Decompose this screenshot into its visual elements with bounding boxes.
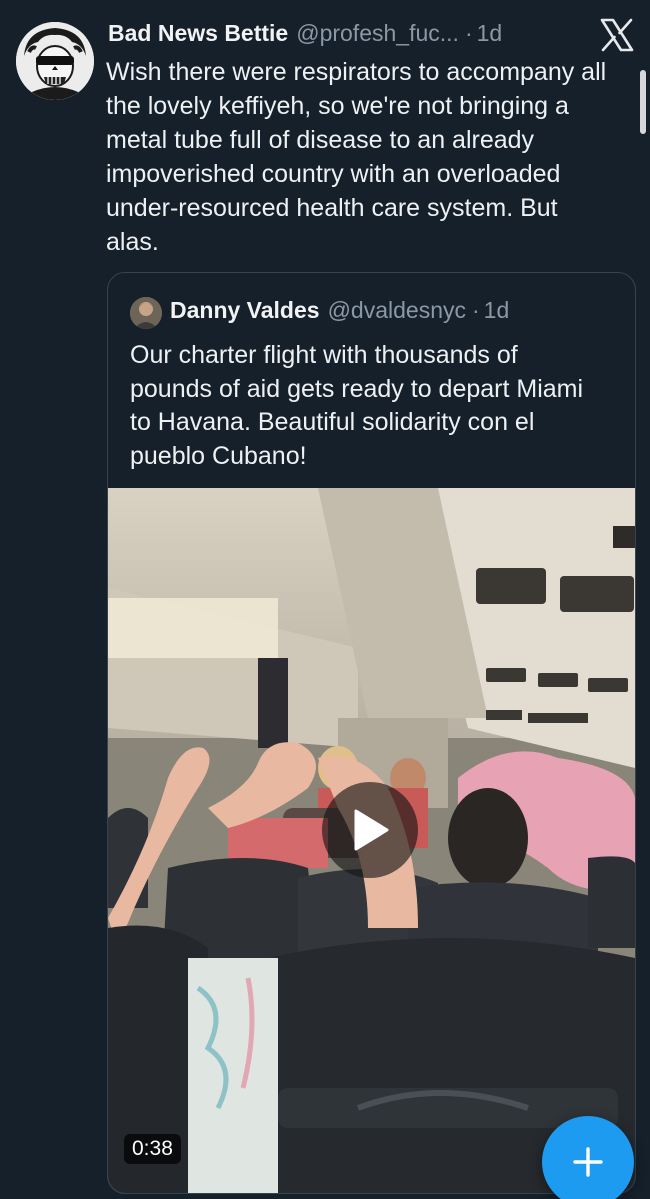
skull-avatar-icon: [16, 22, 94, 100]
author-display-name[interactable]: Bad News Bettie: [108, 20, 288, 47]
quoted-display-name[interactable]: Danny Valdes: [170, 297, 320, 324]
header-separator: ·: [464, 20, 473, 46]
play-button[interactable]: [322, 782, 418, 878]
x-logo-icon[interactable]: [600, 18, 634, 52]
author-handle[interactable]: @profesh_fuc...: [296, 20, 459, 47]
quoted-handle[interactable]: @dvaldesnyc: [328, 297, 466, 324]
tweet-header: Bad News Bettie @profesh_fuc... · 1d: [108, 20, 580, 54]
video-duration-badge: 0:38: [124, 1134, 181, 1164]
quoted-tweet-text: Our charter flight with thousands of pou…: [130, 341, 584, 470]
play-icon: [354, 809, 389, 851]
quoted-tweet-header: Danny Valdes @dvaldesnyc · 1d: [170, 297, 509, 331]
tweet-timestamp[interactable]: 1d: [477, 20, 503, 47]
compose-button[interactable]: [542, 1116, 634, 1199]
quoted-tweet-card[interactable]: Danny Valdes @dvaldesnyc · 1d Our charte…: [107, 272, 636, 1194]
quoted-header-separator: ·: [472, 297, 480, 323]
video-player[interactable]: 0:38: [108, 488, 635, 1193]
author-avatar[interactable]: [16, 22, 94, 100]
plus-icon: [573, 1147, 603, 1177]
scrollbar[interactable]: [640, 70, 646, 134]
quoted-author-avatar[interactable]: [130, 297, 162, 329]
quoted-timestamp[interactable]: 1d: [484, 297, 510, 324]
tweet-text: Wish there were respirators to accompany…: [106, 58, 607, 256]
screen: Bad News Bettie @profesh_fuc... · 1d Wis…: [0, 0, 650, 1199]
